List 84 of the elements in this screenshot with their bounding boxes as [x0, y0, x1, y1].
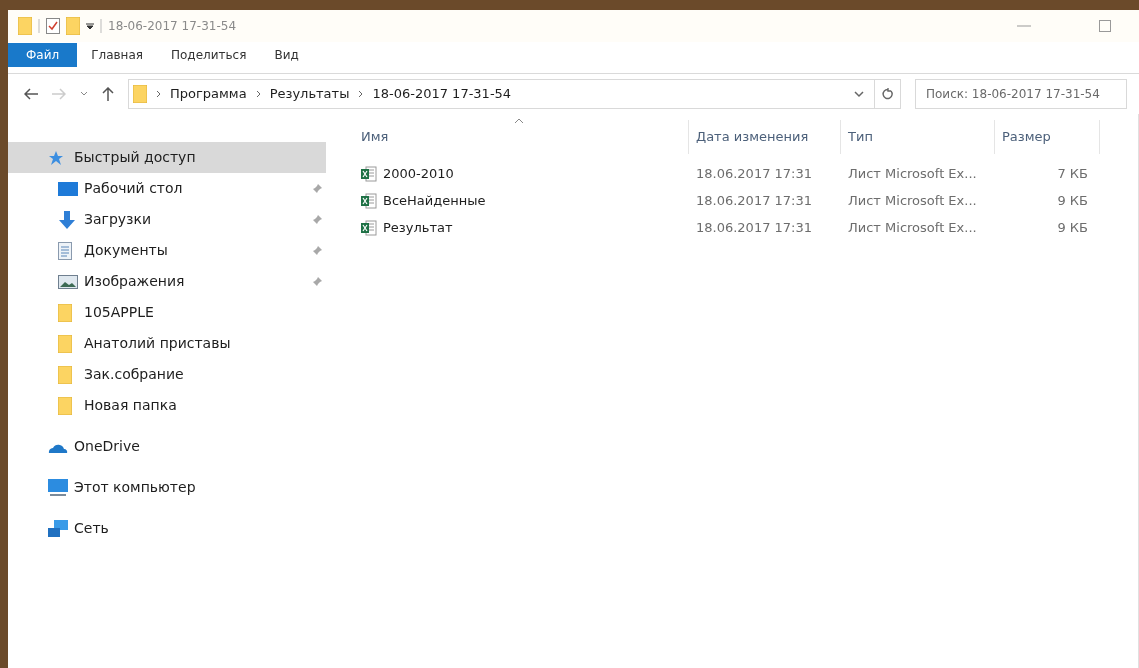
sidebar-label: Новая папка — [84, 396, 178, 415]
sidebar-item[interactable]: 105APPLE — [8, 297, 326, 328]
file-name: ВсеНайденные — [383, 191, 486, 210]
ribbon-tab[interactable]: Главная — [77, 43, 157, 67]
refresh-icon — [881, 88, 894, 100]
file-name: 2000-2010 — [383, 164, 454, 183]
folder-icon — [58, 303, 72, 322]
spreadsheet-icon — [361, 219, 377, 236]
star-icon — [48, 149, 64, 166]
folder-icon — [58, 365, 72, 384]
folder-icon — [18, 17, 32, 35]
down-arrow-icon — [58, 210, 76, 229]
sidebar-item[interactable]: Зак.собрание — [8, 359, 326, 390]
sidebar-label: Анатолий приставы — [84, 334, 232, 353]
sidebar-label: Документы — [84, 241, 169, 260]
sidebar-label: Изображения — [84, 272, 186, 291]
checkbox-icon[interactable] — [46, 18, 60, 34]
file-row[interactable]: 2000-2010 18.06.2017 17:31 Лист Microsoft Ex... 7 КБ — [354, 160, 1138, 187]
breadcrumb[interactable]: Результаты — [269, 84, 350, 104]
dropdown-icon[interactable] — [86, 22, 94, 30]
chevron-right-icon — [156, 90, 161, 98]
divider-icon — [100, 19, 102, 33]
spreadsheet-icon — [361, 165, 377, 182]
computer-icon — [48, 478, 68, 497]
table-cell-text: 7 КБ — [1056, 164, 1089, 183]
sidebar-label: Зак.собрание — [84, 365, 185, 384]
folder-icon — [133, 85, 147, 103]
table-cell-text: Лист Microsoft Ex... — [847, 191, 978, 210]
network-icon — [48, 519, 68, 538]
column-header[interactable]: Дата изменения — [689, 120, 841, 154]
up-arrow-icon[interactable] — [102, 87, 114, 101]
ribbon-tab[interactable]: Поделиться — [157, 43, 261, 67]
column-header[interactable]: Размер — [995, 120, 1100, 154]
sidebar-label: Сеть — [74, 519, 110, 538]
sidebar-item[interactable]: Рабочий стол — [8, 173, 326, 204]
sidebar-item[interactable]: Новая папка — [8, 390, 326, 421]
table-cell-text: Лист Microsoft Ex... — [847, 218, 978, 237]
sidebar-label: OneDrive — [74, 437, 141, 456]
sidebar-item[interactable]: Анатолий приставы — [8, 328, 326, 359]
sidebar-item[interactable]: OneDrive — [8, 431, 326, 462]
folder-icon — [58, 334, 72, 353]
breadcrumb[interactable]: 18-06-2017 17-31-54 — [372, 84, 512, 104]
document-icon — [58, 241, 72, 260]
divider-icon — [38, 19, 40, 33]
chevron-down-icon[interactable] — [80, 91, 88, 97]
address-bar[interactable]: Программа Результаты 18-06-2017 17-31-54 — [128, 79, 901, 109]
sidebar-item[interactable]: Изображения — [8, 266, 326, 297]
column-header[interactable]: Тип — [841, 120, 995, 154]
chevron-down-icon[interactable] — [854, 90, 864, 98]
folder-icon — [58, 396, 72, 415]
sidebar-item[interactable]: Сеть — [8, 513, 326, 544]
sidebar-label: 105APPLE — [84, 303, 155, 322]
column-header[interactable]: Имя — [354, 120, 689, 154]
file-row[interactable]: ВсеНайденные 18.06.2017 17:31 Лист Microsoft Ex... 9 КБ — [354, 187, 1138, 214]
breadcrumb[interactable]: Программа — [170, 84, 247, 104]
sidebar-label: Быстрый доступ — [74, 148, 197, 167]
chevron-right-icon — [255, 90, 261, 98]
table-cell-text: 18.06.2017 17:31 — [695, 218, 814, 237]
table-cell-text: 18.06.2017 17:31 — [695, 164, 814, 183]
sort-ascending-icon — [514, 118, 524, 124]
chevron-right-icon — [358, 90, 364, 98]
desktop-icon — [58, 181, 78, 196]
sidebar-label: Рабочий стол — [84, 179, 184, 198]
sidebar-item[interactable]: Этот компьютер — [8, 472, 326, 503]
sidebar-label: Загрузки — [84, 210, 153, 229]
ribbon-tab[interactable]: Вид — [260, 43, 313, 67]
sidebar-item[interactable]: Документы — [8, 235, 326, 266]
sidebar-item[interactable]: Загрузки — [8, 204, 326, 235]
file-name: Результат — [383, 218, 453, 237]
spreadsheet-icon — [361, 192, 377, 209]
sidebar-label: Этот компьютер — [74, 478, 197, 497]
table-cell-text: 9 КБ — [1056, 191, 1089, 210]
table-cell-text: Лист Microsoft Ex... — [847, 164, 978, 183]
window-title: 18-06-2017 17-31-54 — [108, 18, 237, 35]
back-arrow-icon[interactable] — [24, 88, 38, 100]
search-field[interactable]: Поиск: 18-06-2017 17-31-54 — [915, 79, 1127, 109]
table-cell-text: 18.06.2017 17:31 — [695, 191, 814, 210]
sidebar-item[interactable]: Быстрый доступ — [8, 142, 326, 173]
file-row[interactable]: Результат 18.06.2017 17:31 Лист Microsoft Ex... 9 КБ — [354, 214, 1138, 241]
ribbon-tab[interactable]: Файл — [8, 43, 78, 67]
maximize-icon[interactable] — [1099, 20, 1111, 32]
table-cell-text: 9 КБ — [1056, 218, 1089, 237]
folder-icon — [66, 17, 80, 35]
image-icon — [58, 274, 78, 289]
